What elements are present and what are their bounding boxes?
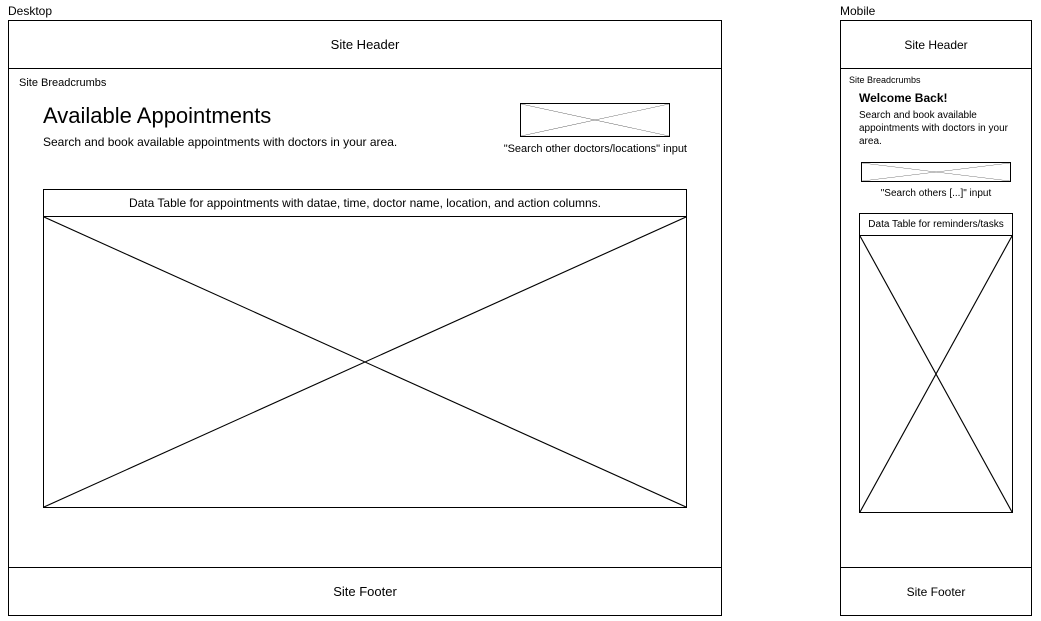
- site-footer-text: Site Footer: [907, 585, 966, 599]
- desktop-frame: Site Header Site Breadcrumbs Available A…: [8, 20, 722, 616]
- mobile-frame: Site Header Site Breadcrumbs Welcome Bac…: [840, 20, 1032, 616]
- breadcrumb: Site Breadcrumbs: [9, 69, 721, 89]
- reminders-table: Data Table for reminders/tasks: [859, 213, 1013, 513]
- search-caption: "Search other doctors/locations" input: [504, 143, 687, 155]
- site-footer-text: Site Footer: [333, 584, 397, 599]
- reminders-table-header: Data Table for reminders/tasks: [860, 214, 1012, 236]
- appointments-table-header: Data Table for appointments with datae, …: [44, 190, 686, 217]
- site-header-text: Site Header: [331, 37, 400, 52]
- search-input[interactable]: [520, 103, 670, 137]
- site-header: Site Header: [9, 21, 721, 69]
- desktop-device-label: Desktop: [8, 4, 52, 18]
- page-title: Available Appointments: [43, 103, 397, 129]
- page-subtitle: Search and book available appointments w…: [859, 109, 1013, 148]
- site-footer: Site Footer: [9, 567, 721, 615]
- reminders-table-body: [860, 236, 1012, 512]
- page-title: Welcome Back!: [859, 91, 1013, 105]
- site-header: Site Header: [841, 21, 1031, 69]
- title-block: Available Appointments Search and book a…: [43, 103, 397, 163]
- site-footer: Site Footer: [841, 567, 1031, 615]
- page-subtitle: Search and book available appointments w…: [43, 135, 397, 149]
- breadcrumb: Site Breadcrumbs: [841, 69, 1031, 85]
- mobile-device-label: Mobile: [840, 4, 875, 18]
- appointments-table: Data Table for appointments with datae, …: [43, 189, 687, 508]
- search-block: "Search other doctors/locations" input: [504, 103, 687, 155]
- search-caption: "Search others [...]" input: [859, 188, 1013, 199]
- search-input[interactable]: [861, 162, 1011, 182]
- site-header-text: Site Header: [904, 38, 967, 52]
- appointments-table-body: [44, 217, 686, 507]
